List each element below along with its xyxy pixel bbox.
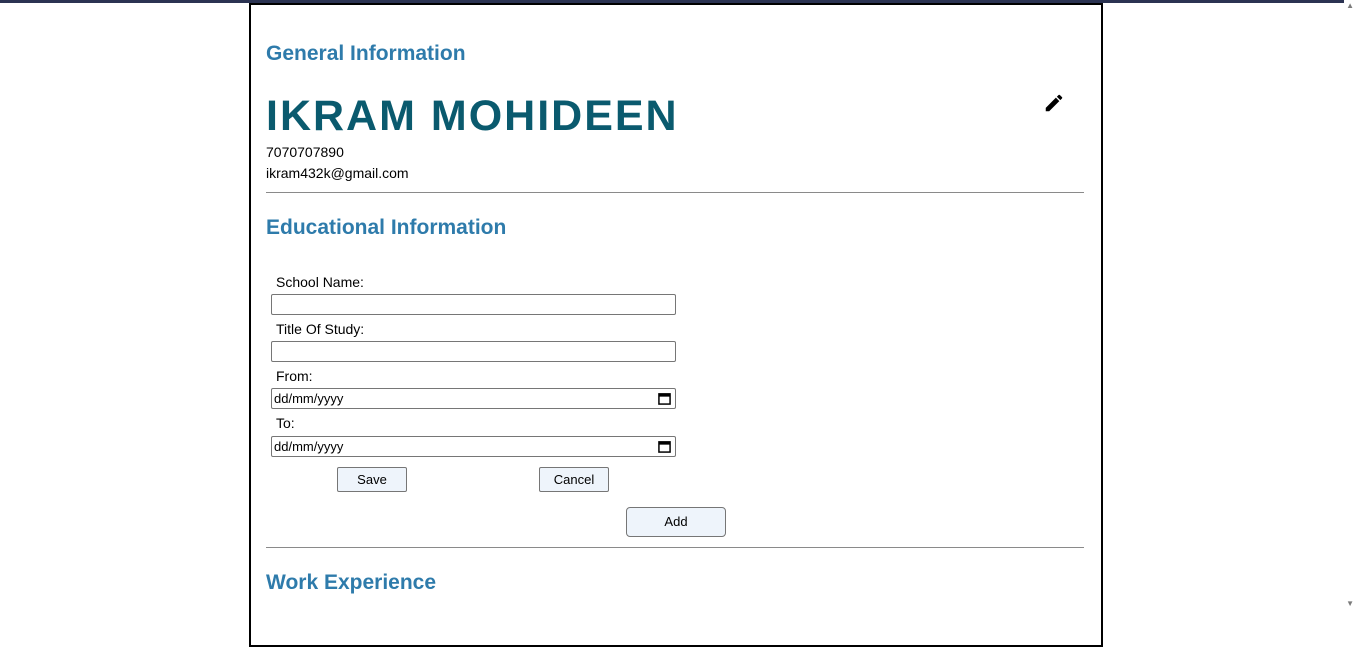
cv-card: General Information IKRAM MOHIDEEN 70707… bbox=[249, 3, 1103, 647]
scroll-up-arrow-icon[interactable]: ▲ bbox=[1346, 2, 1354, 10]
calendar-icon[interactable] bbox=[658, 440, 671, 453]
from-label: From: bbox=[276, 368, 313, 384]
from-date-input[interactable]: dd/mm/yyyy bbox=[271, 388, 676, 409]
cancel-button[interactable]: Cancel bbox=[539, 467, 609, 492]
work-experience-heading: Work Experience bbox=[266, 571, 437, 594]
school-name-input[interactable] bbox=[271, 294, 676, 315]
pencil-icon[interactable] bbox=[1043, 92, 1065, 114]
divider bbox=[266, 192, 1084, 193]
scroll-down-arrow-icon[interactable]: ▼ bbox=[1346, 600, 1354, 608]
general-info-heading: General Information bbox=[266, 42, 466, 65]
title-of-study-input[interactable] bbox=[271, 341, 676, 362]
from-date-placeholder: dd/mm/yyyy bbox=[274, 391, 344, 406]
save-button[interactable]: Save bbox=[337, 467, 407, 492]
school-name-label: School Name: bbox=[276, 274, 364, 290]
email-text: ikram432k@gmail.com bbox=[266, 165, 409, 181]
calendar-icon[interactable] bbox=[658, 392, 671, 405]
person-name: IKRAM MOHIDEEN bbox=[266, 92, 679, 140]
phone-text: 7070707890 bbox=[266, 144, 344, 160]
page-scrollbar[interactable]: ▲ ▼ bbox=[1344, 0, 1356, 611]
add-education-button[interactable]: Add bbox=[626, 507, 726, 537]
to-date-input[interactable]: dd/mm/yyyy bbox=[271, 436, 676, 457]
divider bbox=[266, 547, 1084, 548]
education-heading: Educational Information bbox=[266, 216, 507, 239]
to-date-placeholder: dd/mm/yyyy bbox=[274, 439, 344, 454]
title-of-study-label: Title Of Study: bbox=[276, 321, 365, 337]
to-label: To: bbox=[276, 415, 295, 431]
